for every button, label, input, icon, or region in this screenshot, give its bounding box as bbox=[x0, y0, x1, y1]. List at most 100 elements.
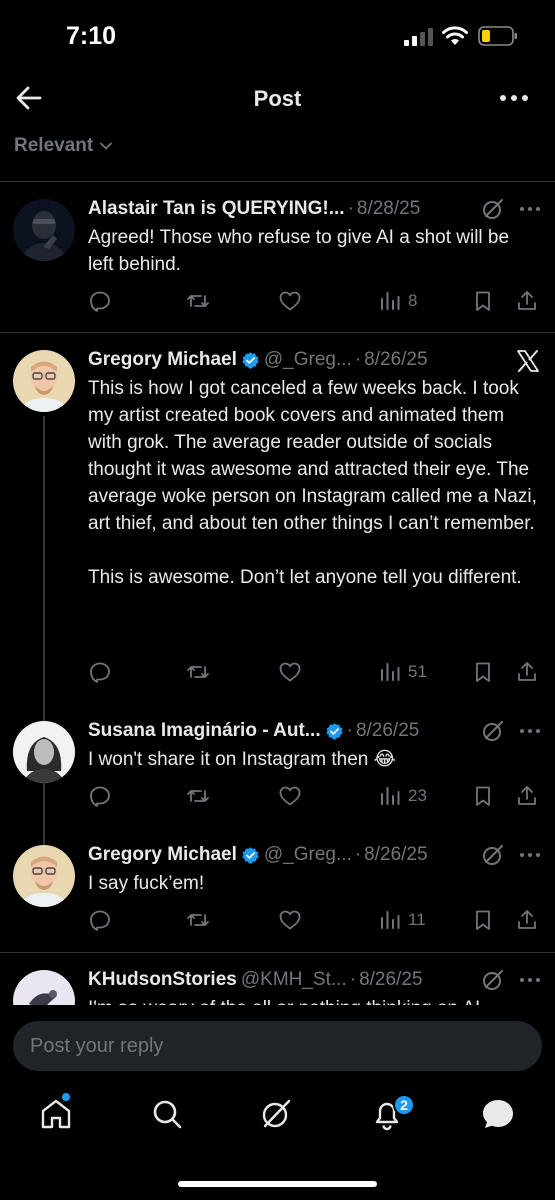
reply-button[interactable] bbox=[88, 906, 112, 934]
grok-icon[interactable] bbox=[481, 197, 505, 221]
grok-icon[interactable] bbox=[258, 1096, 294, 1132]
avatar[interactable] bbox=[13, 199, 75, 261]
main-post[interactable]: Gregory Michael @_Greg... · 8/26/25 This… bbox=[0, 346, 555, 696]
avatar[interactable] bbox=[13, 845, 75, 907]
chevron-down-icon bbox=[100, 142, 113, 150]
share-button[interactable] bbox=[515, 782, 539, 810]
reply-post[interactable]: Alastair Tan is QUERYING!... · 8/28/25 A… bbox=[0, 195, 555, 325]
avatar[interactable] bbox=[13, 350, 75, 412]
divider bbox=[0, 952, 555, 953]
reply-button[interactable] bbox=[88, 287, 112, 315]
author-name[interactable]: Susana Imaginário - Aut... bbox=[88, 720, 321, 742]
post-paragraph: This is how I got canceled a few weeks b… bbox=[88, 378, 537, 534]
grok-icon[interactable] bbox=[481, 968, 505, 992]
views-button[interactable]: 11 bbox=[378, 906, 426, 934]
post-actions: 8 bbox=[88, 287, 541, 315]
post-text: Agreed! Those who refuse to give AI a sh… bbox=[88, 224, 539, 278]
verified-badge-icon bbox=[325, 722, 343, 740]
post-header: Gregory Michael @_Greg... · 8/26/25 bbox=[88, 841, 541, 869]
separator-dot: · bbox=[346, 720, 353, 741]
battery-icon bbox=[478, 26, 517, 46]
author-name[interactable]: Alastair Tan is QUERYING!... bbox=[88, 198, 345, 220]
repost-icon bbox=[187, 790, 209, 802]
x-logo-icon bbox=[517, 350, 539, 372]
page-title: Post bbox=[253, 86, 302, 111]
reply-input[interactable]: Post your reply bbox=[13, 1021, 542, 1071]
reply-placeholder: Post your reply bbox=[30, 1035, 164, 1057]
author-name[interactable]: Gregory Michael bbox=[88, 349, 237, 371]
messages-icon[interactable] bbox=[480, 1096, 516, 1132]
views-chart-icon bbox=[381, 911, 400, 929]
bookmark-icon bbox=[476, 910, 490, 930]
bookmark-button[interactable] bbox=[471, 906, 495, 934]
author-handle[interactable]: @_Greg... bbox=[264, 349, 352, 371]
bookmark-button[interactable] bbox=[471, 658, 495, 686]
separator-dot: · bbox=[349, 969, 357, 990]
heart-icon bbox=[279, 291, 301, 311]
reply-post[interactable]: Susana Imaginário - Aut... · 8/26/25 I w… bbox=[0, 717, 555, 827]
status-bar: 7:10 bbox=[0, 0, 555, 72]
repost-button[interactable] bbox=[186, 287, 210, 315]
reply-button[interactable] bbox=[88, 782, 112, 810]
verified-badge-icon bbox=[242, 846, 259, 864]
reply-button[interactable] bbox=[88, 658, 112, 686]
reply-sort-dropdown[interactable]: Relevant bbox=[14, 132, 113, 160]
more-options-icon[interactable] bbox=[498, 86, 530, 110]
author-name[interactable]: KHudsonStories bbox=[88, 969, 237, 991]
like-button[interactable] bbox=[278, 658, 302, 686]
author-handle[interactable]: @_Greg... bbox=[264, 844, 352, 866]
more-options-icon[interactable] bbox=[519, 844, 541, 866]
like-button[interactable] bbox=[278, 906, 302, 934]
post-date: 8/26/25 bbox=[364, 349, 428, 370]
reply-icon bbox=[90, 291, 110, 312]
heart-icon bbox=[279, 910, 301, 930]
post-date: 8/26/25 bbox=[364, 844, 428, 865]
separator-dot: · bbox=[354, 844, 362, 865]
repost-button[interactable] bbox=[186, 906, 210, 934]
grok-icon[interactable] bbox=[481, 843, 505, 867]
author-handle[interactable]: @KMH_St... bbox=[241, 969, 347, 991]
heart-icon bbox=[279, 786, 301, 806]
grok-icon[interactable] bbox=[481, 719, 505, 743]
views-count: 8 bbox=[408, 291, 418, 310]
views-button[interactable]: 23 bbox=[378, 782, 427, 810]
share-button[interactable] bbox=[515, 906, 539, 934]
more-options-icon[interactable] bbox=[519, 969, 541, 991]
views-button[interactable]: 8 bbox=[378, 287, 417, 315]
avatar[interactable] bbox=[13, 721, 75, 783]
more-options-icon[interactable] bbox=[519, 198, 541, 220]
bookmark-button[interactable] bbox=[471, 287, 495, 315]
author-name[interactable]: Gregory Michael bbox=[88, 844, 237, 866]
post-text: This is how I got canceled a few weeks b… bbox=[88, 375, 539, 591]
home-icon[interactable] bbox=[38, 1096, 74, 1132]
views-count: 23 bbox=[408, 786, 427, 805]
post-actions: 23 bbox=[88, 782, 541, 810]
bookmark-button[interactable] bbox=[471, 782, 495, 810]
notifications-badge: 2 bbox=[393, 1094, 415, 1116]
post-header: Alastair Tan is QUERYING!... · 8/28/25 bbox=[88, 195, 541, 223]
search-icon[interactable] bbox=[149, 1096, 185, 1132]
views-button[interactable]: 51 bbox=[378, 658, 427, 686]
reply-icon bbox=[90, 662, 110, 683]
status-time: 7:10 bbox=[66, 22, 117, 50]
views-count: 51 bbox=[408, 662, 427, 681]
verified-badge-icon bbox=[242, 351, 259, 369]
share-icon bbox=[518, 786, 536, 805]
post-date: 8/26/25 bbox=[355, 720, 420, 741]
repost-button[interactable] bbox=[186, 782, 210, 810]
share-icon bbox=[518, 910, 536, 929]
reply-post[interactable]: KHudsonStories @KMH_St... · 8/26/25 I'm … bbox=[0, 966, 555, 1010]
repost-button[interactable] bbox=[186, 658, 210, 686]
share-button[interactable] bbox=[515, 287, 539, 315]
reply-post[interactable]: Gregory Michael @_Greg... · 8/26/25 I sa… bbox=[0, 841, 555, 951]
like-button[interactable] bbox=[278, 287, 302, 315]
bookmark-icon bbox=[476, 662, 490, 682]
post-date: 8/26/25 bbox=[359, 969, 423, 990]
post-header: Susana Imaginário - Aut... · 8/26/25 bbox=[88, 717, 541, 745]
post-paragraph: I say fuck’em! bbox=[88, 873, 205, 894]
share-button[interactable] bbox=[515, 658, 539, 686]
avatar[interactable] bbox=[13, 970, 75, 1010]
more-options-icon[interactable] bbox=[519, 720, 541, 742]
post-actions: 51 bbox=[88, 658, 541, 686]
like-button[interactable] bbox=[278, 782, 302, 810]
